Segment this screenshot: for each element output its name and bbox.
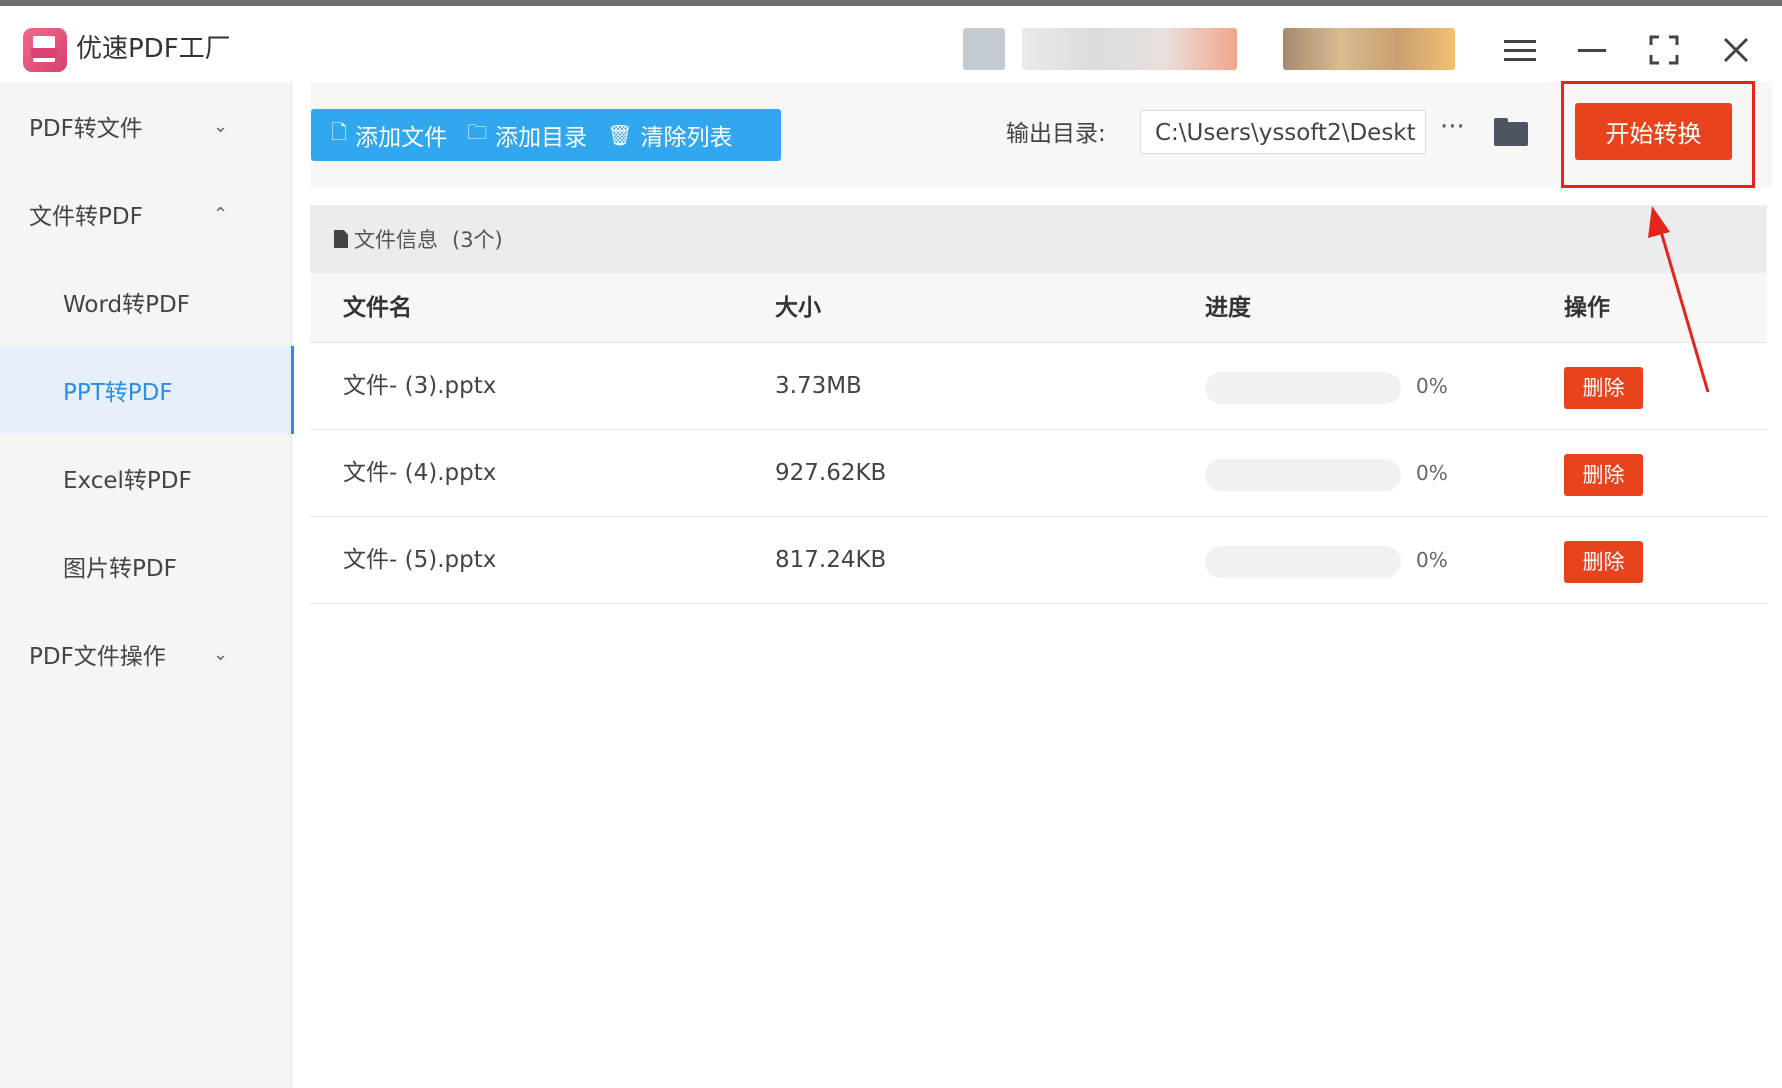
file-info-label: 文件信息: [354, 228, 438, 252]
table-row: 文件- (3).pptx 3.73MB 0% 删除: [310, 343, 1767, 430]
column-header-name: 文件名: [343, 295, 412, 321]
progress-percent: 0%: [1416, 548, 1448, 572]
sidebar-item-ppt-to-pdf[interactable]: PPT转PDF: [0, 346, 294, 434]
more-options-button[interactable]: ···: [1440, 112, 1465, 142]
add-directory-label: 添加目录: [495, 125, 588, 151]
menu-icon[interactable]: [1498, 28, 1542, 72]
blurred-area: [963, 28, 1005, 70]
progress-percent: 0%: [1416, 461, 1448, 485]
add-file-button[interactable]: 🗋 添加文件: [331, 118, 447, 152]
progress-percent: 0%: [1416, 374, 1448, 398]
chevron-up-icon: ⌃: [213, 203, 229, 225]
file-name: 文件- (3).pptx: [343, 373, 497, 399]
trash-icon: 🗑: [607, 123, 633, 147]
output-dir-input[interactable]: C:\Users\yssoft2\Deskt: [1140, 110, 1426, 154]
nav-group-file-to-pdf[interactable]: 文件转PDF ⌃: [0, 170, 291, 258]
table-header-row: [310, 273, 1767, 343]
minimize-icon[interactable]: [1570, 28, 1614, 72]
app-title: 优速PDF工厂: [76, 34, 231, 64]
table-row: 文件- (5).pptx 817.24KB 0% 删除: [310, 517, 1767, 604]
add-directory-button[interactable]: 🗀 添加目录: [467, 118, 587, 152]
column-header-action: 操作: [1564, 295, 1610, 321]
close-icon[interactable]: [1714, 28, 1758, 72]
clear-list-button[interactable]: 🗑 清除列表: [607, 118, 732, 152]
sidebar: PDF转文件 ⌄ 文件转PDF ⌃ Word转PDF PPT转PDF Excel…: [0, 82, 294, 1088]
sidebar-item-label: Excel转PDF: [63, 468, 192, 494]
blurred-area: [1022, 28, 1237, 70]
sidebar-item-label: Word转PDF: [63, 292, 190, 318]
delete-button[interactable]: 删除: [1564, 454, 1643, 496]
progress-bar: [1205, 372, 1401, 404]
sidebar-item-word-to-pdf[interactable]: Word转PDF: [0, 258, 291, 346]
maximize-icon[interactable]: [1642, 28, 1686, 72]
file-icon: 🗋: [331, 120, 348, 144]
progress-bar: [1205, 459, 1401, 491]
folder-outline-icon: 🗀: [467, 120, 488, 144]
chevron-down-icon: ⌄: [213, 115, 229, 137]
folder-icon[interactable]: [1494, 118, 1528, 146]
chevron-down-icon: ⌄: [213, 643, 229, 665]
title-bar: 优速PDF工厂: [0, 6, 1782, 82]
output-dir-label: 输出目录:: [1006, 121, 1106, 147]
file-size: 817.24KB: [775, 547, 887, 573]
file-name: 文件- (5).pptx: [343, 547, 497, 573]
nav-group-label: PDF转文件: [29, 116, 143, 142]
delete-button[interactable]: 删除: [1564, 367, 1643, 409]
annotation-highlight-box: [1561, 81, 1755, 188]
column-header-progress: 进度: [1205, 295, 1251, 321]
column-header-size: 大小: [775, 295, 821, 321]
file-size: 3.73MB: [775, 373, 862, 399]
file-button-group: 🗋 添加文件 🗀 添加目录 🗑 清除列表: [311, 109, 781, 161]
nav-group-label: 文件转PDF: [29, 204, 143, 230]
file-info-bar: 文件信息 (3个): [310, 205, 1767, 273]
file-name: 文件- (4).pptx: [343, 460, 497, 486]
document-icon: [334, 230, 348, 248]
pdf-logo-icon: [23, 28, 67, 72]
sidebar-item-image-to-pdf[interactable]: 图片转PDF: [0, 522, 291, 610]
delete-button[interactable]: 删除: [1564, 541, 1643, 583]
sidebar-item-label: PPT转PDF: [63, 380, 173, 406]
nav-group-label: PDF文件操作: [29, 644, 166, 670]
nav-group-pdf-to-file[interactable]: PDF转文件 ⌄: [0, 82, 291, 170]
add-file-label: 添加文件: [355, 125, 448, 151]
blurred-area: [1283, 28, 1455, 70]
file-count: (3个): [452, 228, 503, 252]
table-row: 文件- (4).pptx 927.62KB 0% 删除: [310, 430, 1767, 517]
sidebar-item-label: 图片转PDF: [63, 556, 177, 582]
file-size: 927.62KB: [775, 460, 887, 486]
nav-group-pdf-file-ops[interactable]: PDF文件操作 ⌄: [0, 610, 291, 698]
sidebar-item-excel-to-pdf[interactable]: Excel转PDF: [0, 434, 291, 522]
clear-list-label: 清除列表: [640, 125, 733, 151]
progress-bar: [1205, 546, 1401, 578]
